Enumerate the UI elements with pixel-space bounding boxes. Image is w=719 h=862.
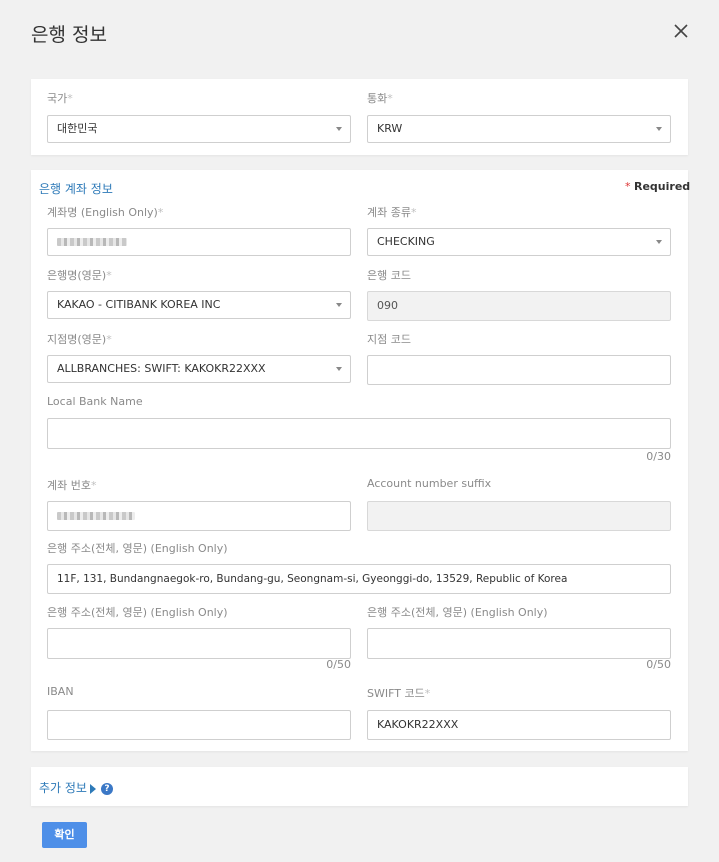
- bank-address3-label: 은행 주소(전체, 영문) (English Only): [367, 606, 548, 619]
- country-label: 국가*: [47, 92, 73, 105]
- chevron-down-icon: [656, 240, 662, 244]
- swift-label: SWIFT 코드*: [367, 687, 431, 700]
- help-icon[interactable]: ?: [100, 782, 113, 795]
- extra-info-toggle[interactable]: 추가 정보?: [39, 779, 113, 796]
- account-name-input[interactable]: [47, 228, 351, 256]
- bank-name-select[interactable]: KAKAO - CITIBANK KOREA INC: [47, 291, 351, 319]
- account-name-label: 계좌명 (English Only)*: [47, 206, 164, 219]
- currency-select[interactable]: KRW: [367, 115, 671, 143]
- bank-code-label: 은행 코드: [367, 269, 411, 282]
- chevron-down-icon: [336, 303, 342, 307]
- confirm-button[interactable]: 확인: [42, 822, 87, 848]
- bank-address2-counter: 0/50: [326, 658, 351, 671]
- bank-code-field: 090: [367, 291, 671, 321]
- currency-label: 통화*: [367, 92, 393, 105]
- extra-info-card: 추가 정보?: [31, 767, 688, 806]
- currency-value: KRW: [377, 122, 403, 135]
- swift-input[interactable]: KAKOKR22XXX: [367, 710, 671, 740]
- bank-address3-input[interactable]: [367, 628, 671, 659]
- redacted-account-number: [57, 512, 135, 520]
- country-value: 대한민국: [57, 122, 98, 135]
- country-select[interactable]: 대한민국: [47, 115, 351, 143]
- extra-info-title: 추가 정보: [39, 781, 87, 795]
- section-title: 은행 계좌 정보: [39, 182, 113, 196]
- chevron-down-icon: [656, 127, 662, 131]
- close-button[interactable]: [672, 22, 690, 40]
- account-suffix-input: [367, 501, 671, 531]
- bank-address1-label: 은행 주소(전체, 영문) (English Only): [47, 542, 228, 555]
- account-type-label: 계좌 종류*: [367, 206, 417, 219]
- bank-account-card: 은행 계좌 정보 * Required 계좌명 (English Only)* …: [31, 170, 691, 751]
- local-bank-name-input[interactable]: [47, 418, 671, 449]
- branch-name-label: 지점명(영문)*: [47, 333, 112, 346]
- account-type-select[interactable]: CHECKING: [367, 228, 671, 256]
- iban-input[interactable]: [47, 710, 351, 740]
- account-number-label: 계좌 번호*: [47, 479, 97, 492]
- account-type-value: CHECKING: [377, 235, 435, 248]
- redacted-account-name: [57, 238, 127, 246]
- bank-address2-input[interactable]: [47, 628, 351, 659]
- iban-label: IBAN: [47, 685, 74, 698]
- local-bank-name-counter: 0/30: [646, 450, 671, 463]
- bank-address3-counter: 0/50: [646, 658, 671, 671]
- modal-title: 은행 정보: [31, 24, 107, 46]
- caret-right-icon: [89, 783, 96, 794]
- branch-code-label: 지점 코드: [367, 333, 411, 346]
- close-icon: [674, 24, 688, 38]
- bank-name-label: 은행명(영문)*: [47, 269, 112, 282]
- chevron-down-icon: [336, 367, 342, 371]
- branch-name-value: ALLBRANCHES: SWIFT: KAKOKR22XXX: [57, 362, 266, 375]
- account-suffix-label: Account number suffix: [367, 477, 492, 490]
- account-number-input[interactable]: [47, 501, 351, 531]
- bank-address1-input[interactable]: 11F, 131, Bundangnaegok-ro, Bundang-gu, …: [47, 564, 671, 594]
- chevron-down-icon: [336, 127, 342, 131]
- bank-address2-label: 은행 주소(전체, 영문) (English Only): [47, 606, 228, 619]
- branch-code-input[interactable]: [367, 355, 671, 385]
- branch-name-select[interactable]: ALLBRANCHES: SWIFT: KAKOKR22XXX: [47, 355, 351, 383]
- country-currency-card: 국가* 대한민국 통화* KRW: [31, 79, 688, 155]
- bank-name-value: KAKAO - CITIBANK KOREA INC: [57, 298, 221, 311]
- local-bank-name-label: Local Bank Name: [47, 395, 143, 408]
- required-note: * Required: [625, 180, 691, 193]
